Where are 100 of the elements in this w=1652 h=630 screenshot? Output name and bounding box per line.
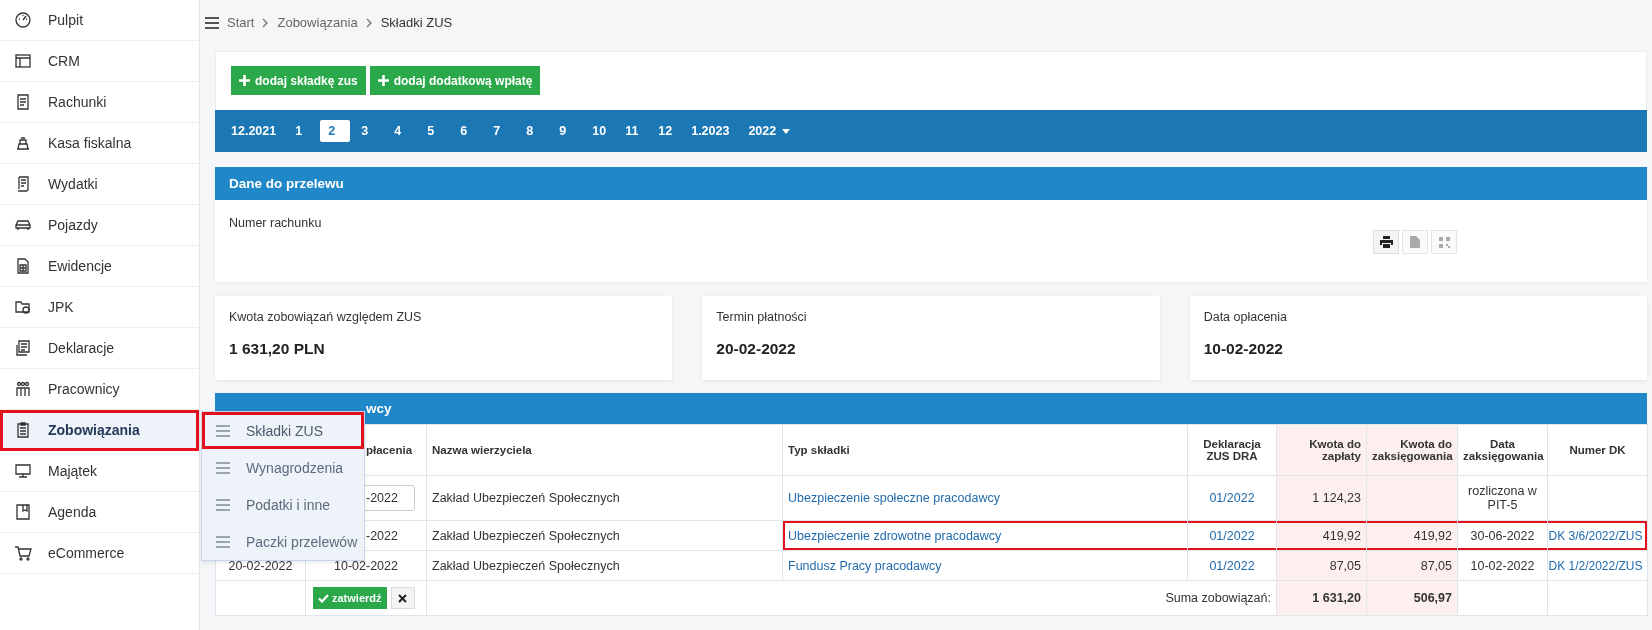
month-tab[interactable]: 3 [353,120,384,142]
cash-register-icon [14,134,32,152]
action-button[interactable] [1373,230,1399,254]
column-header: Kwota do zaksięgowania [1366,424,1458,476]
sidebar-item[interactable]: Kasa fiskalna [0,123,199,164]
menu-icon [216,424,230,437]
sidebar-item[interactable]: Majątek [0,451,199,492]
menu-icon [205,16,219,29]
month-tab[interactable]: 1 [287,120,318,142]
table-cell: 1 631,20 [1312,591,1361,605]
card-value: 10-02-2022 [1203,340,1284,358]
add-button[interactable]: dodaj dodatkową wpłatę [369,66,541,95]
year-dropdown[interactable]: 2022 [740,120,799,142]
cancel-button[interactable] [390,587,415,609]
check-icon [318,593,329,603]
book-icon [14,503,32,521]
plus-icon [239,75,250,86]
card-value: 20-02-2022 [716,340,797,358]
card-label: Kwota zobowiązań względem ZUS [229,310,423,324]
column-header: Deklaracja ZUS DRA [1187,424,1277,476]
section-title: wcy [366,401,392,416]
month-tab[interactable]: 5 [419,120,450,142]
document-icon [1410,236,1420,248]
sidebar-item[interactable]: Ewidencje [0,246,199,287]
print-icon [1379,236,1393,248]
link[interactable]: Ubezpieczenie społeczne pracodawcy [788,491,1000,505]
month-tab[interactable]: 1.2023 [683,120,738,142]
layout-icon [14,52,32,70]
table-cell: -2022 [366,528,398,543]
sidebar-item[interactable]: Zobowiązania [0,410,199,451]
table-cell: 10-02-2022 [1470,558,1535,573]
sum-label: Suma zobowiązań: [1165,591,1271,605]
table-cell: 419,92 [1413,528,1452,543]
plus-icon [377,75,389,86]
sidebar-item[interactable]: Agenda [0,492,199,533]
month-tab[interactable]: 2 [320,120,351,142]
month-tab[interactable]: 7 [485,120,516,142]
month-tab[interactable]: 9 [551,120,582,142]
link[interactable]: 01/2022 [1209,491,1255,505]
link[interactable]: Fundusz Pracy pracodawcy [788,558,942,573]
month-tab[interactable]: 8 [518,120,549,142]
sidebar-item[interactable]: Pojazdy [0,205,199,246]
table-cell: Zakład Ubezpieczeń Społecznych [432,558,620,573]
sidebar-item[interactable]: CRM [0,41,199,82]
table-cell: Zakład Ubezpieczeń Społecznych [432,491,620,505]
gauge-icon [14,11,32,29]
chevron-icon [262,17,270,28]
chevron-icon [365,17,373,28]
menu-icon [216,535,230,548]
qr-code-icon [1438,236,1450,248]
table-cell: Zakład Ubezpieczeń Społecznych [432,528,620,543]
cart-icon [14,544,32,562]
confirm-button[interactable]: zatwierdź [313,587,387,609]
add-button[interactable]: dodaj składkę zus [231,66,366,95]
folder-icon [14,298,32,316]
breadcrumb-item[interactable]: Start [227,15,255,30]
column-header: Numer DK [1547,424,1648,476]
table-cell: 1 124,23 [1312,491,1361,505]
table-cell: 506,97 [1413,591,1452,605]
spreadsheet-icon [14,257,32,275]
menu-icon [216,498,230,511]
clipboard-icon [14,421,32,439]
card-label: Termin płatności [716,310,808,324]
month-tab[interactable]: 6 [452,120,483,142]
close-icon [398,593,407,603]
card-label: Data opłacenia [1203,310,1289,324]
receipt-icon [14,93,32,111]
column-header: Kwota do zapłaty [1276,424,1367,476]
form-icon [14,339,32,357]
table-cell: 87,05 [1420,558,1452,573]
sidebar-item[interactable]: JPK [0,287,199,328]
breadcrumb-item[interactable]: Zobowiązania [277,15,358,30]
sidebar-item[interactable]: Rachunki [0,82,199,123]
table-cell: 10-02-2022 [334,558,398,573]
table-cell: 30-06-2022 [1470,528,1535,543]
people-icon [14,380,32,398]
column-header: Typ składki [782,424,1188,476]
column-header: Nazwa wierzyciela [426,424,783,476]
caret-icon [782,128,791,134]
monitor-icon [14,462,32,480]
table-cell: 87,05 [1329,558,1361,573]
sidebar-item[interactable]: Deklaracje [0,328,199,369]
card-value: 1 631,20 PLN [229,340,326,358]
submenu-item[interactable]: Paczki przelewów [202,523,364,560]
month-tab[interactable]: 10 [584,120,615,142]
table-cell: 20-02-2022 [228,558,293,573]
month-tab[interactable]: 12.2021 [223,120,285,142]
panel-title: Dane do przelewu [229,176,344,191]
column-header: Data zaksięgowania [1457,424,1548,476]
field-label: Numer rachunku [229,216,322,232]
sidebar-item[interactable]: Pulpit [0,0,199,41]
month-tab[interactable]: 11 [617,120,648,142]
breadcrumb-item: Składki ZUS [380,15,453,30]
month-tab[interactable]: 4 [386,120,417,142]
sidebar-item[interactable]: Wydatki [0,164,199,205]
month-tab[interactable]: 12 [650,120,681,142]
table-cell: rozliczona w PIT-5 [1468,484,1537,512]
table-cell: 419,92 [1322,528,1361,543]
sidebar-item[interactable]: eCommerce [0,533,199,574]
menu-icon [216,461,230,474]
